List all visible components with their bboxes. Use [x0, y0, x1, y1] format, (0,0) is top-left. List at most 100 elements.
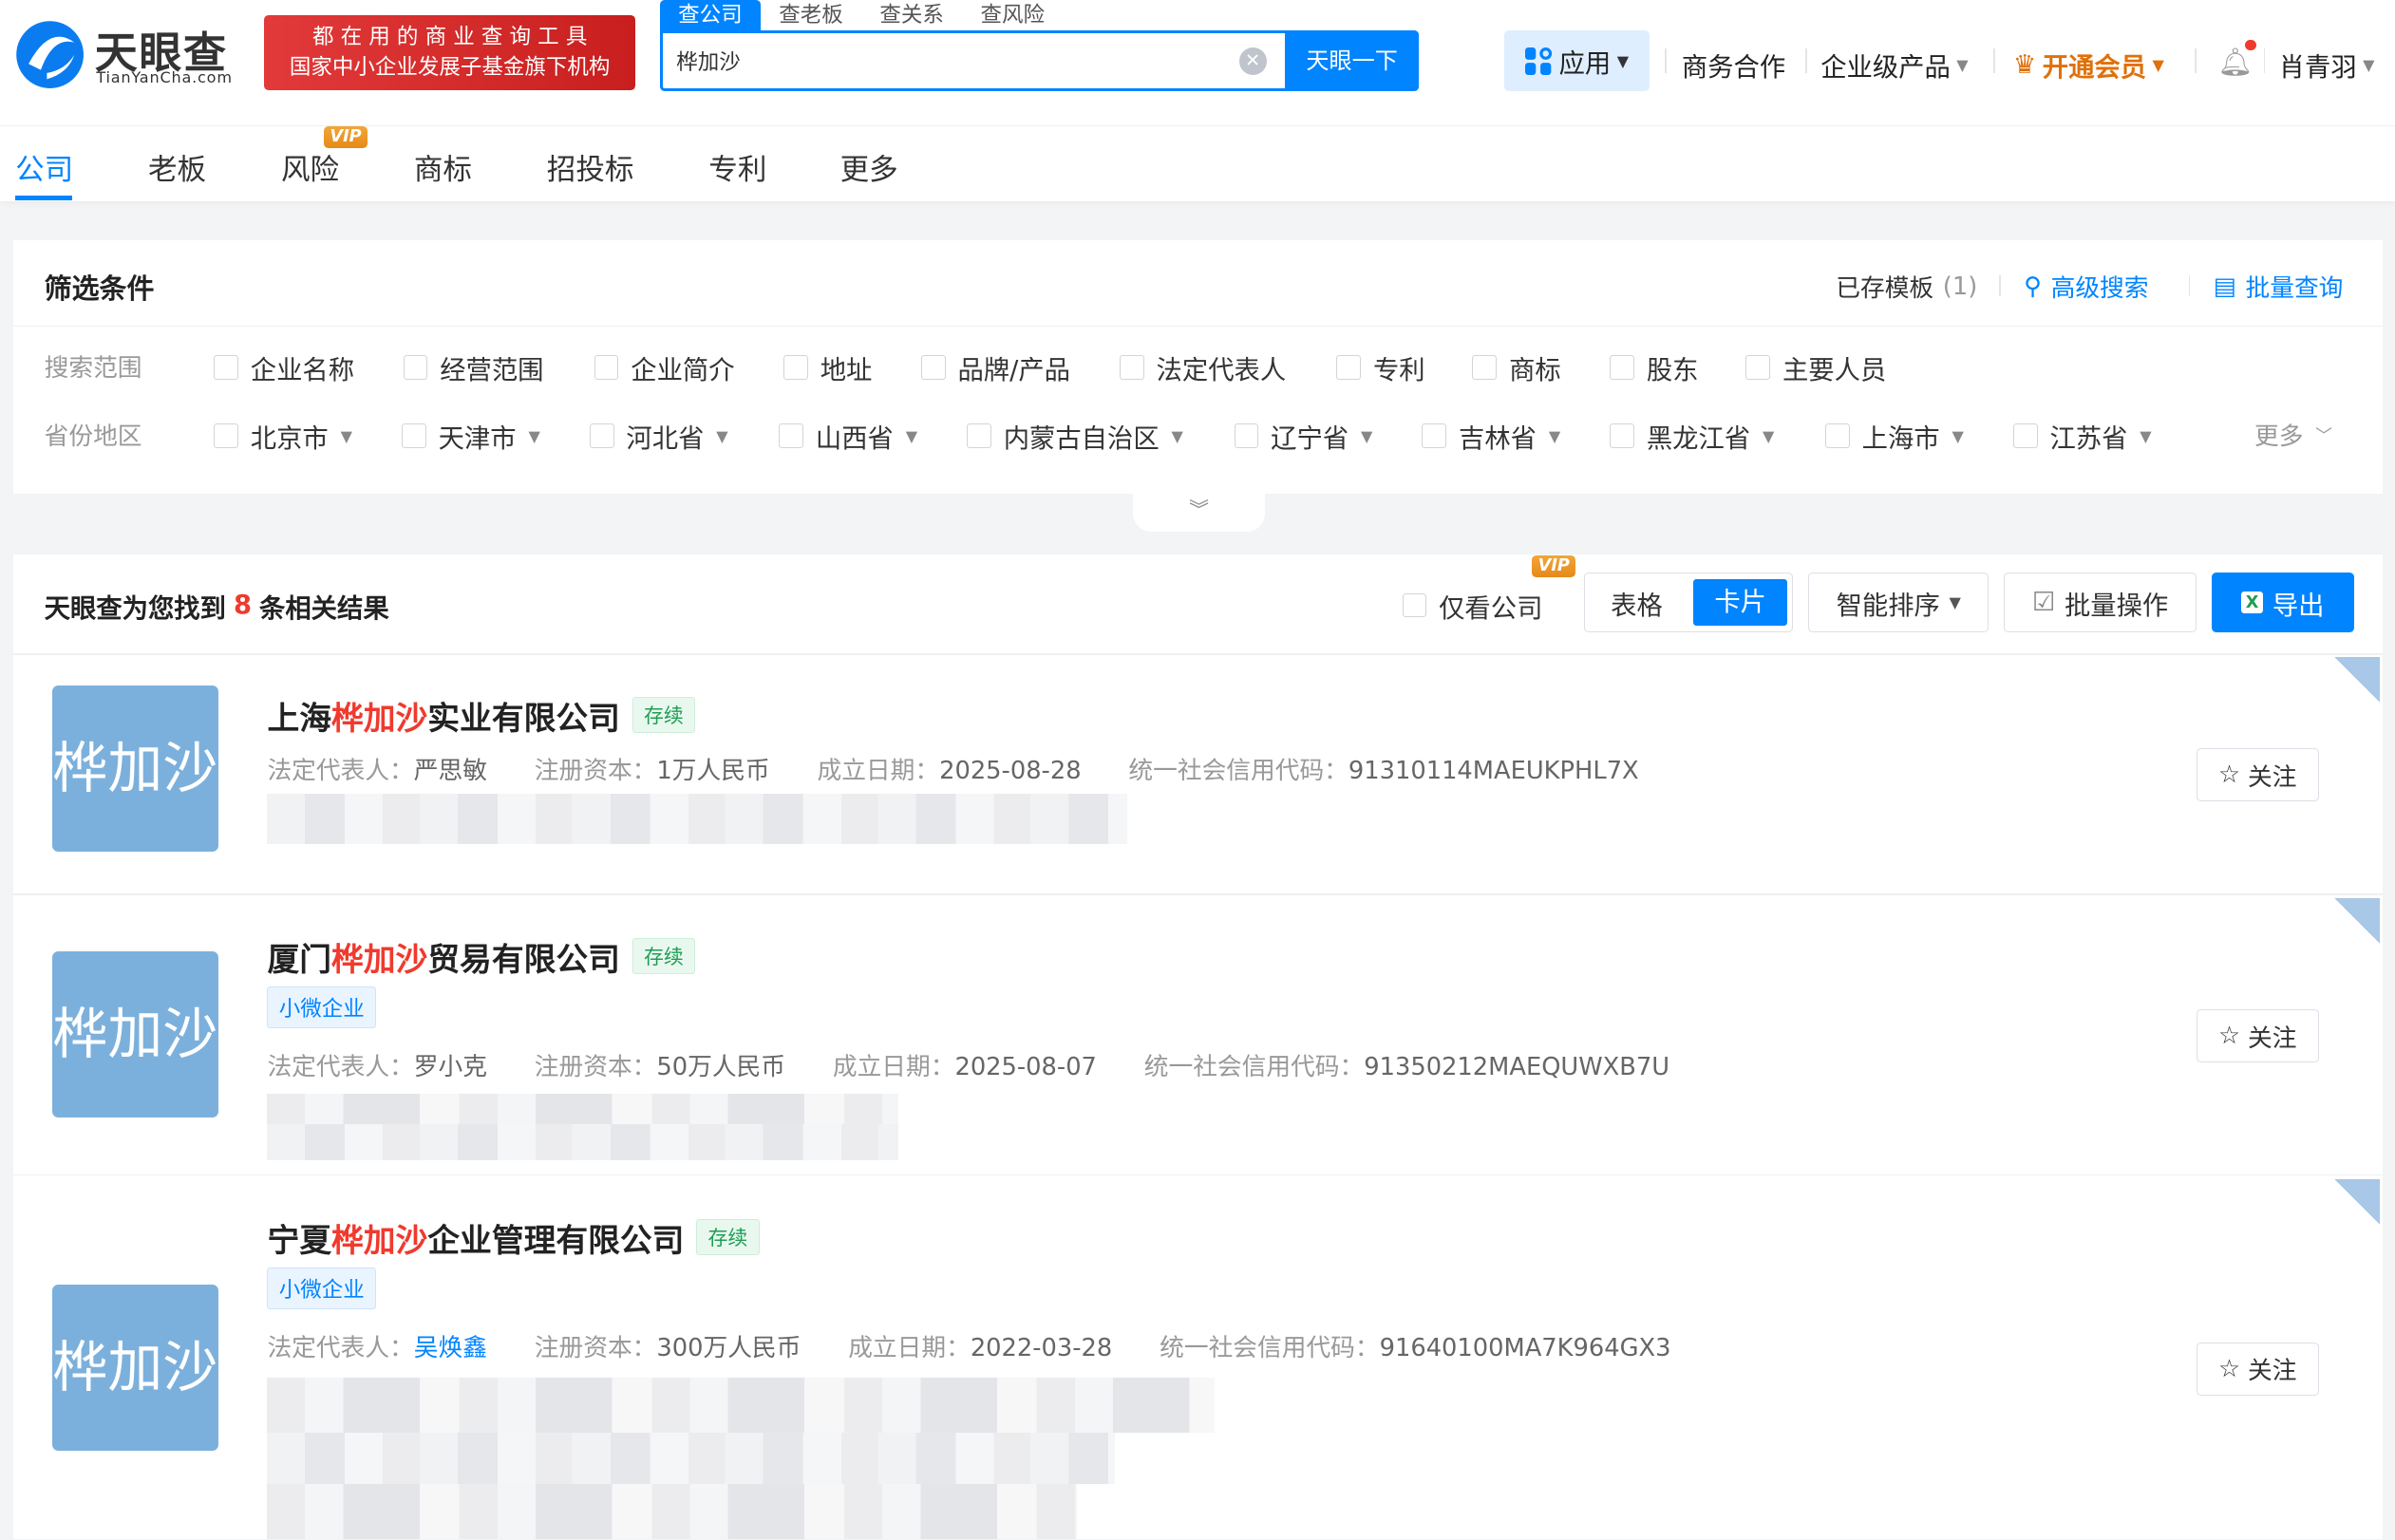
tab-company[interactable]: 公司	[15, 146, 73, 188]
clear-icon[interactable]: ✕	[1239, 47, 1267, 75]
caret-down-icon[interactable]: ▼	[2140, 427, 2151, 445]
region-jilin[interactable]: 吉林省▼	[1422, 417, 1560, 455]
checkbox[interactable]	[214, 355, 238, 380]
search-tab-risk[interactable]: 查风险	[962, 0, 1063, 30]
region-shanghai[interactable]: 上海市▼	[1825, 417, 1964, 455]
search-tab-relation[interactable]: 查关系	[861, 0, 962, 30]
checkbox[interactable]	[402, 423, 426, 448]
sort-dropdown[interactable]: 智能排序▼	[1808, 573, 1989, 632]
company-name-link[interactable]: 上海桦加沙实业有限公司存续	[267, 692, 695, 739]
checkbox[interactable]	[214, 423, 238, 448]
checkbox[interactable]	[783, 355, 808, 380]
checkbox[interactable]	[2013, 423, 2038, 448]
tab-trademark[interactable]: 商标	[414, 146, 472, 188]
checkbox[interactable]	[404, 355, 428, 380]
checkbox[interactable]	[1403, 593, 1427, 618]
apps-menu[interactable]: 应用▼	[1504, 30, 1650, 91]
follow-button[interactable]: ☆关注	[2197, 748, 2319, 801]
checkbox[interactable]	[594, 355, 619, 380]
company-logo[interactable]: 桦加沙	[52, 1285, 218, 1451]
scope-checkbox-legal-rep[interactable]: 法定代表人	[1120, 348, 1286, 386]
search-input[interactable]	[663, 33, 1239, 88]
region-heilongjiang[interactable]: 黑龙江省 ▼	[1610, 417, 1774, 455]
view-card-button[interactable]: 卡片	[1693, 579, 1788, 627]
company-logo[interactable]: 桦加沙	[52, 951, 218, 1117]
scope-checkbox-name[interactable]: 企业名称	[214, 348, 354, 386]
scope-checkbox-intro[interactable]: 企业简介	[594, 348, 735, 386]
checkbox[interactable]	[1745, 355, 1770, 380]
qr-code-icon[interactable]	[2334, 657, 2380, 703]
caret-down-icon[interactable]: ▼	[1172, 427, 1183, 445]
only-company-checkbox[interactable]: 仅看公司	[1403, 587, 1543, 625]
enterprise-products-menu[interactable]: 企业级产品▼	[1820, 46, 1968, 84]
caret-down-icon[interactable]: ▼	[1763, 427, 1774, 445]
promo-banner[interactable]: 都 在 用 的 商 业 查 询 工 具国家中小企业发展子基金旗下机构	[264, 15, 635, 90]
caret-down-icon[interactable]: ▼	[1361, 427, 1372, 445]
region-jiangsu[interactable]: 江苏省▼	[2013, 417, 2152, 455]
caret-down-icon[interactable]: ▼	[1549, 427, 1560, 445]
checkbox[interactable]	[590, 423, 614, 448]
scope-checkbox-shareholder[interactable]: 股东	[1610, 348, 1698, 386]
expand-filters-button[interactable]: ︾	[1133, 489, 1264, 532]
checkbox[interactable]	[1610, 423, 1634, 448]
capital-key: 注册资本：	[535, 1053, 657, 1081]
region-liaoning[interactable]: 辽宁省▼	[1235, 417, 1373, 455]
checkbox[interactable]	[967, 423, 991, 448]
user-menu[interactable]: 肖青羽▼	[2279, 46, 2375, 84]
caret-down-icon[interactable]: ▼	[906, 427, 917, 445]
caret-down-icon[interactable]: ▼	[528, 427, 539, 445]
qr-code-icon[interactable]	[2334, 1179, 2380, 1225]
checkbox[interactable]	[921, 355, 946, 380]
checkbox[interactable]	[1336, 355, 1361, 380]
region-more-button[interactable]: 更多﹀	[2254, 417, 2332, 452]
saved-templates-link[interactable]: 已存模板(1)	[1836, 269, 1977, 304]
tab-boss[interactable]: 老板	[148, 146, 206, 188]
region-inner-mongolia[interactable]: 内蒙古自治区▼	[967, 417, 1183, 455]
search-tab-boss[interactable]: 查老板	[761, 0, 861, 30]
business-cooperation-link[interactable]: 商务合作	[1682, 46, 1785, 84]
checkbox[interactable]	[1422, 423, 1446, 448]
batch-query-link[interactable]: ▤批量查询	[2214, 269, 2344, 304]
tab-risk[interactable]: 风险	[281, 146, 339, 188]
tab-more[interactable]: 更多	[840, 146, 898, 188]
scope-checkbox-patent[interactable]: 专利	[1336, 348, 1424, 386]
company-name-link[interactable]: 宁夏桦加沙企业管理有限公司存续	[267, 1214, 759, 1261]
checkbox[interactable]	[1120, 355, 1144, 380]
batch-ops-label: 批量操作	[2065, 584, 2168, 622]
batch-operation-button[interactable]: ☑批量操作	[2004, 573, 2197, 632]
scope-checkbox-key-staff[interactable]: 主要人员	[1745, 348, 1886, 386]
advanced-search-link[interactable]: ⚲高级搜索	[2024, 269, 2148, 304]
caret-down-icon[interactable]: ▼	[1952, 427, 1963, 445]
open-vip-menu[interactable]: ♛开通会员▼	[2013, 46, 2164, 84]
region-tianjin[interactable]: 天津市▼	[402, 417, 540, 455]
qr-code-icon[interactable]	[2334, 898, 2380, 944]
legal-rep-link[interactable]: 吴焕鑫	[414, 1334, 487, 1362]
scope-checkbox-brand[interactable]: 品牌/产品	[921, 348, 1070, 386]
view-table-button[interactable]: 表格	[1590, 584, 1685, 622]
scope-checkbox-business[interactable]: 经营范围	[404, 348, 544, 386]
tab-patent[interactable]: 专利	[708, 146, 766, 188]
region-beijing[interactable]: 北京市▼	[214, 417, 352, 455]
code-key: 统一社会信用代码：	[1128, 757, 1348, 785]
caret-down-icon[interactable]: ▼	[341, 427, 352, 445]
follow-button[interactable]: ☆关注	[2197, 1343, 2319, 1396]
scope-checkbox-trademark[interactable]: 商标	[1472, 348, 1560, 386]
company-logo[interactable]: 桦加沙	[52, 685, 218, 852]
checkbox[interactable]	[779, 423, 803, 448]
search-tab-company[interactable]: 查公司	[660, 0, 761, 30]
bell-icon[interactable]: 🔔︎	[2217, 46, 2253, 79]
checkbox[interactable]	[1472, 355, 1497, 380]
tab-bidding[interactable]: 招投标	[547, 146, 634, 188]
checkbox[interactable]	[1610, 355, 1634, 380]
scope-checkbox-address[interactable]: 地址	[783, 348, 872, 386]
checkbox-label: 黑龙江省	[1647, 417, 1750, 455]
region-hebei[interactable]: 河北省▼	[590, 417, 728, 455]
region-shanxi[interactable]: 山西省▼	[779, 417, 917, 455]
checkbox[interactable]	[1235, 423, 1259, 448]
follow-button[interactable]: ☆关注	[2197, 1009, 2319, 1062]
checkbox[interactable]	[1825, 423, 1850, 448]
search-button[interactable]: 天眼一下	[1285, 30, 1420, 91]
company-name-link[interactable]: 厦门桦加沙贸易有限公司存续	[267, 933, 695, 980]
caret-down-icon[interactable]: ▼	[716, 427, 727, 445]
export-button[interactable]: X导出	[2212, 573, 2354, 632]
